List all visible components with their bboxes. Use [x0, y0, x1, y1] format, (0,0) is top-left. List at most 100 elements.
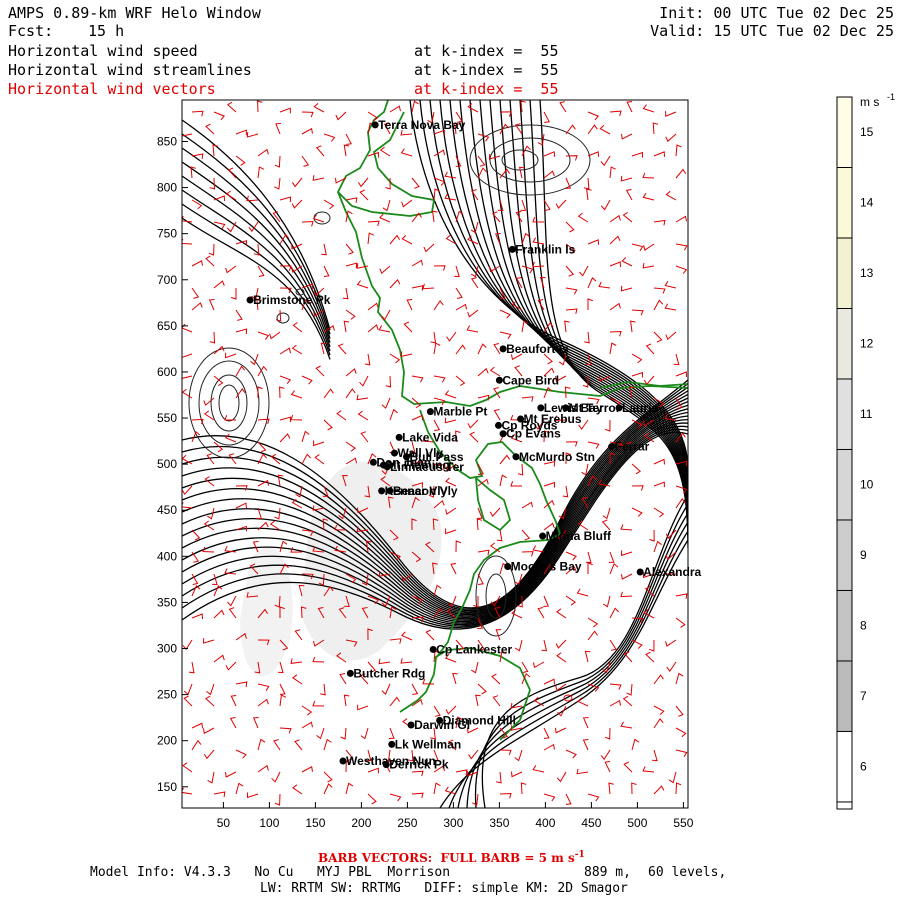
wind-barb	[476, 518, 483, 531]
wind-barb	[609, 261, 621, 268]
wind-barb	[213, 345, 225, 355]
wind-barb	[235, 749, 247, 759]
wind-barb	[599, 124, 611, 135]
colorbar-segment	[837, 308, 852, 379]
wind-barb	[357, 704, 369, 711]
colorbar-segment	[837, 378, 852, 450]
wind-barb	[631, 639, 643, 649]
wind-barb	[433, 499, 445, 509]
x-tick-label: 200	[351, 816, 371, 830]
wind-barb	[343, 144, 350, 157]
wind-barb	[364, 353, 371, 366]
wind-barb	[279, 347, 291, 355]
place-label: Cp Lankester	[436, 642, 512, 656]
wind-barb	[555, 199, 567, 209]
wind-barb	[675, 265, 688, 274]
wind-barb	[231, 288, 237, 300]
y-tick-label: 500	[157, 457, 177, 471]
wind-barb	[433, 419, 441, 431]
wind-barb	[203, 727, 215, 735]
wind-barb	[411, 683, 419, 695]
wind-barb	[389, 696, 400, 707]
wind-barb	[492, 695, 501, 707]
wind-barb	[587, 277, 597, 289]
wind-barb	[274, 793, 281, 806]
wind-barb	[532, 217, 545, 223]
wind-barb	[642, 766, 655, 773]
wind-barb	[313, 103, 325, 113]
wind-barb	[565, 287, 578, 295]
wind-barb	[499, 454, 511, 465]
wind-barb	[652, 749, 658, 762]
wind-barb	[477, 343, 487, 355]
wind-barb	[444, 390, 457, 399]
wind-barb	[379, 146, 391, 157]
wind-barb	[252, 717, 259, 729]
wind-barb	[665, 190, 677, 201]
wind-barb	[246, 131, 259, 138]
x-tick-label: 300	[443, 816, 463, 830]
wind-barb	[642, 262, 655, 269]
wind-barb	[587, 441, 600, 449]
wind-barb	[389, 105, 401, 113]
colorbar-segment	[837, 237, 852, 309]
wind-barb	[675, 144, 682, 157]
wind-barb	[556, 652, 567, 663]
wind-barb	[609, 110, 622, 117]
wind-barb	[664, 303, 677, 311]
wind-barb	[294, 739, 303, 751]
wind-barb	[203, 397, 215, 406]
wind-barb	[433, 188, 440, 201]
wind-barb	[631, 353, 643, 364]
wind-barb	[521, 551, 534, 557]
wind-barb	[389, 353, 401, 364]
wind-barb	[360, 727, 369, 740]
wind-barb	[274, 507, 281, 520]
x-tick-label: 400	[535, 816, 555, 830]
wind-barb	[246, 792, 259, 799]
wind-barb	[559, 101, 567, 113]
wind-barb	[649, 639, 655, 652]
wind-barb	[323, 419, 333, 431]
wind-barb	[225, 771, 237, 778]
wind-barb	[585, 551, 592, 564]
wind-barb	[643, 375, 655, 386]
wind-barb	[257, 100, 263, 113]
wind-barb	[455, 287, 463, 299]
wind-barb	[323, 133, 336, 142]
wind-barb	[642, 172, 655, 179]
wind-barb	[359, 189, 369, 201]
wind-barb	[584, 650, 591, 663]
wind-barb	[477, 155, 486, 167]
wind-barb	[665, 111, 677, 117]
place-label: McMurdo Stn	[519, 450, 595, 464]
wind-barb	[314, 454, 325, 465]
wind-barb	[433, 375, 446, 383]
wind-barb	[202, 638, 215, 644]
wind-barb	[631, 485, 644, 491]
wind-barb	[653, 219, 666, 226]
wind-barb	[455, 375, 466, 387]
wind-barb	[213, 654, 225, 663]
wind-barb	[642, 192, 655, 201]
wind-barb	[455, 540, 462, 553]
y-tick-label: 650	[157, 319, 177, 333]
wind-barb	[360, 431, 369, 443]
wind-barb	[279, 107, 291, 114]
wind-barb	[225, 352, 237, 359]
wind-barb	[313, 440, 325, 447]
place-label: Laurie	[622, 401, 658, 415]
wind-barb	[582, 739, 589, 751]
wind-barb	[205, 123, 215, 135]
wind-barb	[367, 151, 380, 158]
x-tick-label: 150	[305, 816, 325, 830]
wind-barb	[406, 299, 413, 311]
wind-barb	[182, 388, 193, 399]
wind-barb	[475, 694, 481, 707]
wind-barb	[191, 613, 203, 620]
wind-barb	[403, 321, 413, 333]
wind-barb	[675, 782, 682, 795]
wind-barb	[182, 787, 193, 795]
wind-barb	[213, 280, 225, 289]
wind-barb	[675, 215, 687, 223]
